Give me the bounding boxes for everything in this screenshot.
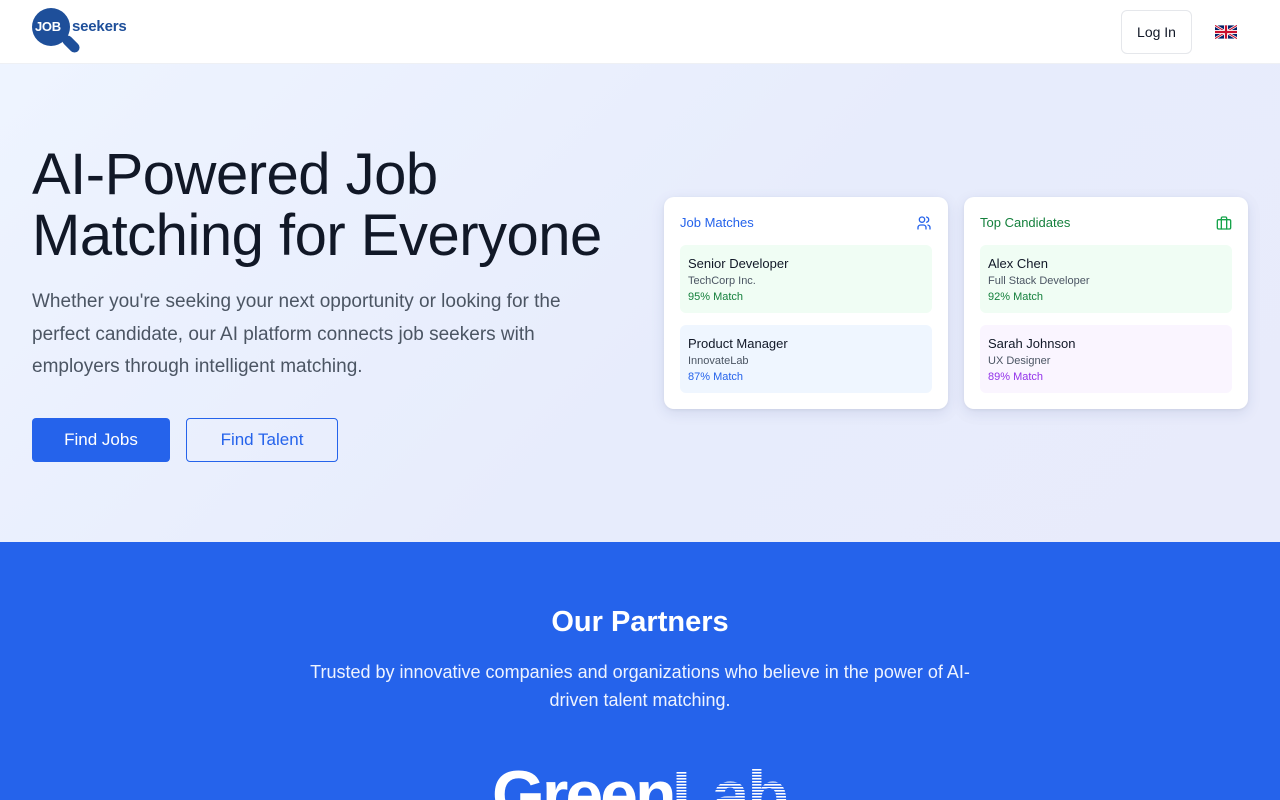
job-title: Product Manager	[688, 336, 788, 351]
greenlab-logo-lab: Lab	[672, 757, 787, 800]
candidate-role: Full Stack Developer	[988, 275, 1090, 287]
site-header: JOB seekers Log In	[0, 0, 1280, 64]
match-score: 92% Match	[988, 291, 1044, 303]
match-score: 95% Match	[688, 291, 744, 303]
find-jobs-button[interactable]: Find Jobs	[32, 418, 170, 462]
hero-subtitle: Whether you're seeking your next opportu…	[32, 291, 561, 377]
match-score: 89% Match	[988, 371, 1044, 383]
briefcase-icon	[1216, 216, 1232, 230]
hero-section: AI-Powered Job Matching for Everyone Whe…	[0, 64, 1280, 542]
partners-section: Our Partners Trusted by innovative compa…	[0, 542, 1280, 800]
candidate-item[interactable]: Alex Chen Full Stack Developer 92% Match	[980, 245, 1232, 313]
match-score: 87% Match	[688, 371, 744, 383]
candidate-item[interactable]: Sarah Johnson UX Designer 89% Match	[980, 325, 1232, 393]
candidate-name: Sarah Johnson	[988, 336, 1076, 351]
language-switcher[interactable]	[1208, 14, 1244, 50]
candidate-role: UX Designer	[988, 355, 1051, 367]
company-name: InnovateLab	[688, 355, 749, 367]
partners-title: Our Partners	[551, 606, 729, 638]
hero-title: AI-Powered Job Matching for Everyone	[32, 142, 602, 268]
job-matches-card: Job Matches Senior Developer TechCorp In…	[664, 197, 948, 409]
job-matches-title: Job Matches	[680, 215, 754, 230]
login-button[interactable]: Log In	[1121, 10, 1192, 54]
logo-seekers-text: seekers	[72, 18, 127, 35]
users-icon	[917, 216, 931, 230]
company-name: TechCorp Inc.	[688, 275, 756, 287]
uk-flag-icon	[1215, 25, 1237, 39]
greenlab-logo-green: Green	[492, 757, 674, 800]
job-match-item[interactable]: Senior Developer TechCorp Inc. 95% Match	[680, 245, 932, 313]
logo-magnifier-handle	[60, 33, 82, 55]
job-title: Senior Developer	[688, 256, 789, 271]
candidate-name: Alex Chen	[988, 256, 1048, 271]
partners-subtitle: Trusted by innovative companies and orga…	[310, 662, 970, 710]
top-candidates-card: Top Candidates Alex Chen Full Stack Deve…	[964, 197, 1248, 409]
jobseekers-logo[interactable]: JOB seekers	[32, 8, 132, 56]
greenlab-logo[interactable]: Green Lab	[492, 748, 792, 800]
job-match-item[interactable]: Product Manager InnovateLab 87% Match	[680, 325, 932, 393]
find-talent-button[interactable]: Find Talent	[186, 418, 338, 462]
logo-job-text: JOB	[35, 19, 61, 34]
top-candidates-title: Top Candidates	[980, 215, 1071, 230]
